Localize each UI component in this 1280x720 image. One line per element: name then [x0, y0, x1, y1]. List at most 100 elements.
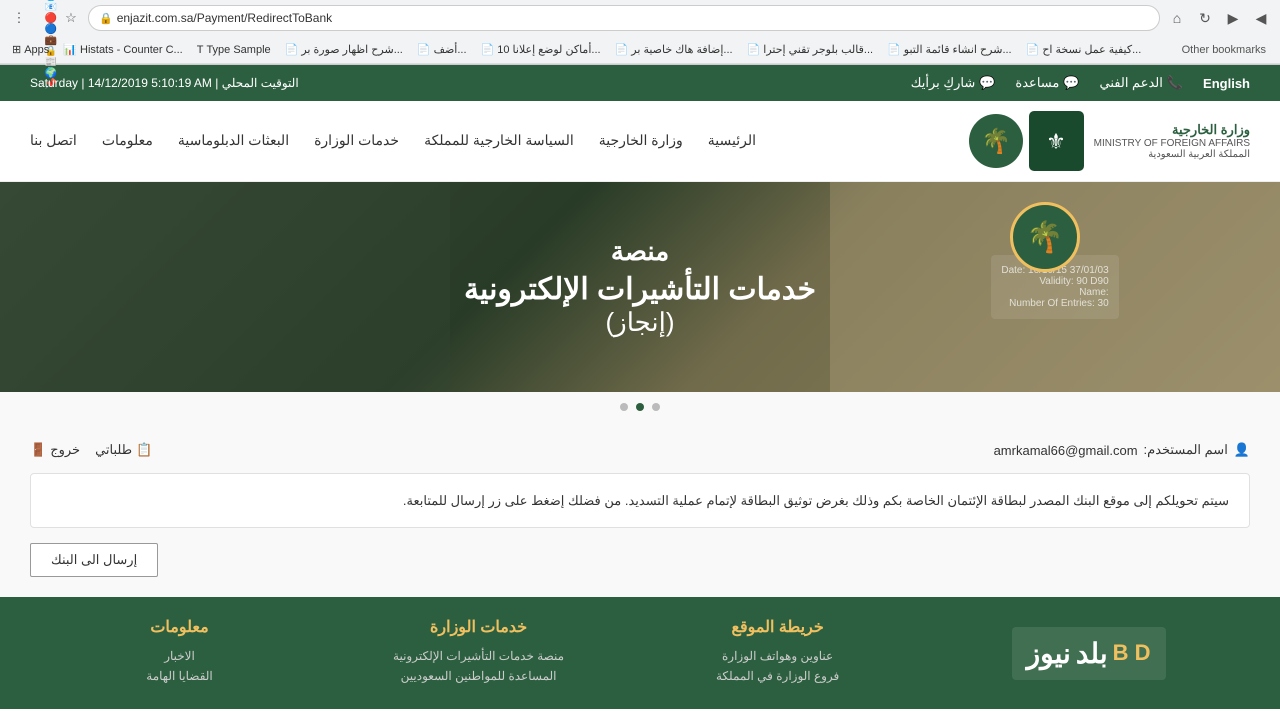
share-label: شاركِ برأيك: [911, 75, 975, 91]
send-btn-container: إرسال الى البنك: [30, 543, 1250, 577]
bookmark-5[interactable]: 📄 10 أماكن لوضع إعلانا...: [477, 41, 605, 58]
site-header: English 📞 الدعم الفني 💬 مساعدة 💬 شاركِ ب…: [0, 65, 1280, 101]
footer-item-branches[interactable]: فروع الوزارة في المملكة: [643, 669, 912, 683]
bm3-label: شرح اظهار صورة بر...: [301, 43, 403, 56]
dot-nav: [0, 392, 1280, 422]
footer-col-services: خدمات الوزارة منصة خدمات التأشيرات الإلك…: [329, 617, 628, 689]
forward-button[interactable]: ▶: [1222, 7, 1244, 29]
bookmark-4[interactable]: 📄 أضف...: [413, 41, 471, 58]
header-top: English 📞 الدعم الفني 💬 مساعدة 💬 شاركِ ب…: [0, 65, 1280, 101]
help-label: مساعدة: [1015, 75, 1059, 91]
bookmark-9[interactable]: 📄 كيفية عمل نسخة اح...: [1022, 41, 1146, 58]
requests-icon: 📋: [136, 442, 152, 458]
my-requests-link[interactable]: 📋 طلباتي: [95, 442, 152, 458]
menu-icon[interactable]: ⋮: [8, 7, 30, 29]
star-icon[interactable]: ☆: [60, 7, 82, 29]
nav-item-ministry[interactable]: وزارة الخارجية: [599, 132, 683, 150]
hero-title-main: خدمات التأشيرات الإلكترونية: [464, 272, 816, 307]
user-icon: 👤: [1234, 442, 1250, 458]
logout-icon: 🚪: [30, 442, 46, 458]
bm8-label: شرح انشاء قائمة التبو...: [904, 43, 1012, 56]
bm9-label: كيفية عمل نسخة اح...: [1042, 43, 1141, 56]
footer-logo-col: B D بلد نيوز: [927, 617, 1250, 689]
footer-col-info-title: معلومات: [45, 617, 314, 637]
logo-ar-text: وزارة الخارجية: [1094, 122, 1250, 138]
browser-toolbar: ◀ ▶ ↻ ⌂ 🔒 enjazit.com.sa/Payment/Redirec…: [0, 0, 1280, 36]
time-separator: |: [212, 76, 218, 90]
nav-logo: وزارة الخارجية MINISTRY OF FOREIGN AFFAI…: [969, 111, 1250, 171]
bm9-icon: 📄: [1026, 43, 1040, 56]
help-link[interactable]: 💬 مساعدة: [1015, 75, 1079, 91]
hero-content: منصة خدمات التأشيرات الإلكترونية (إنجاز): [464, 236, 816, 338]
lock-icon: 🔒: [99, 12, 113, 25]
footer-col-site-map: خريطة الموقع عناوين وهواتف الوزارة فروع …: [628, 617, 927, 689]
user-bar: 👤 اسم المستخدم: amrkamal66@gmail.com 📋 ط…: [30, 442, 1250, 458]
bookmark-7[interactable]: 📄 قالب بلوجر تقني إحترا...: [743, 41, 877, 58]
user-info: 👤 اسم المستخدم: amrkamal66@gmail.com: [994, 442, 1250, 458]
bookmark-type-sample[interactable]: T Type Sample: [193, 42, 275, 58]
logout-label: خروج: [50, 442, 80, 458]
footer-item-addresses[interactable]: عناوين وهواتف الوزارة: [643, 649, 912, 663]
extension-icons: 🔑 📊 ✉ 🔧 ★ 🔗 🌐 📧 🔴 🔵 💼 🔒 📰 🌍 📌 »: [34, 7, 56, 29]
user-email: amrkamal66@gmail.com: [994, 443, 1138, 458]
footer-item-news[interactable]: الاخبار: [45, 649, 314, 663]
bm5-icon: 📄: [481, 43, 495, 56]
address-bar[interactable]: 🔒 enjazit.com.sa/Payment/RedirectToBank: [88, 5, 1160, 31]
footer-item-citizen-help[interactable]: المساعدة للمواطنين السعوديين: [344, 669, 613, 683]
footer-col-site-map-title: خريطة الموقع: [643, 617, 912, 637]
footer-item-visa-platform[interactable]: منصة خدمات التأشيرات الإلكترونية: [344, 649, 613, 663]
bookmark-apps-label: Apps: [24, 44, 49, 56]
bm7-label: قالب بلوجر تقني إحترا...: [763, 43, 873, 56]
content-area: 👤 اسم المستخدم: amrkamal66@gmail.com 📋 ط…: [0, 422, 1280, 597]
bookmark-histats[interactable]: 📊 Histats - Counter C...: [59, 41, 186, 58]
send-to-bank-button[interactable]: إرسال الى البنك: [30, 543, 158, 577]
other-bookmarks[interactable]: Other bookmarks: [1176, 42, 1272, 58]
bookmark-8[interactable]: 📄 شرح انشاء قائمة التبو...: [883, 41, 1016, 58]
bookmark-apps[interactable]: ⊞ Apps: [8, 41, 53, 58]
browser-chrome: ◀ ▶ ↻ ⌂ 🔒 enjazit.com.sa/Payment/Redirec…: [0, 0, 1280, 65]
nav-item-services[interactable]: خدمات الوزارة: [314, 132, 399, 150]
bookmarks-bar: ⊞ Apps 📊 Histats - Counter C... T Type S…: [0, 36, 1280, 64]
saudi-emblem: 🌴: [969, 111, 1024, 171]
reload-button[interactable]: ↻: [1194, 7, 1216, 29]
nav-links: الرئيسية وزارة الخارجية السياسة الخارجية…: [30, 132, 756, 150]
ministry-emblem: ⚜: [1029, 111, 1084, 171]
hero-title-top: منصة: [464, 236, 816, 267]
logout-link[interactable]: خروج 🚪: [30, 442, 80, 458]
bm8-icon: 📄: [887, 43, 901, 56]
type-sample-icon: T: [197, 44, 204, 56]
footer-logo-bilad: بلد: [1076, 637, 1108, 670]
hero-title-paren: (إنجاز): [464, 307, 816, 338]
info-message: سيتم تحويلكم إلى موقع البنك المصدر لبطاق…: [30, 473, 1250, 528]
user-label: اسم المستخدم:: [1144, 442, 1228, 458]
footer-col-info: معلومات الاخبار القضايا الهامة: [30, 617, 329, 689]
footer-logo-news: نيوز: [1027, 637, 1071, 670]
bm6-icon: 📄: [615, 43, 629, 56]
requests-label: طلباتي: [95, 442, 132, 458]
share-link[interactable]: 💬 شاركِ برأيك: [911, 75, 996, 91]
back-button[interactable]: ◀: [1250, 7, 1272, 29]
svg-text:⚜: ⚜: [1046, 129, 1066, 154]
logo-sub-text: المملكة العربية السعودية: [1094, 149, 1250, 160]
nav-item-policy[interactable]: السياسة الخارجية للمملكة: [424, 132, 574, 150]
site-nav: وزارة الخارجية MINISTRY OF FOREIGN AFFAI…: [0, 101, 1280, 182]
bm4-label: أضف...: [434, 43, 467, 56]
nav-item-contact[interactable]: اتصل بنا: [30, 132, 77, 150]
histats-icon: 📊: [63, 43, 77, 56]
datetime-value: Saturday | 14/12/2019 5:10:19 AM: [30, 76, 212, 90]
nav-item-missions[interactable]: البعثات الدبلوماسية: [178, 132, 289, 150]
header-time: التوقيت المحلي | Saturday | 14/12/2019 5…: [30, 76, 299, 90]
bookmark-type-sample-label: Type Sample: [206, 44, 270, 56]
footer-logo-bd: B D: [1113, 640, 1151, 666]
nav-item-info[interactable]: معلومات: [102, 132, 153, 150]
nav-item-home[interactable]: الرئيسية: [708, 132, 756, 150]
support-label: الدعم الفني: [1100, 75, 1163, 91]
home-button[interactable]: ⌂: [1166, 7, 1188, 29]
bookmark-6[interactable]: 📄 إضافة هاك خاصية بر...: [611, 41, 737, 58]
footer-item-important-issues[interactable]: القضايا الهامة: [45, 669, 314, 683]
bm6-label: إضافة هاك خاصية بر...: [631, 43, 732, 56]
language-link[interactable]: English: [1203, 76, 1250, 91]
support-link[interactable]: 📞 الدعم الفني: [1100, 75, 1184, 91]
bookmark-3[interactable]: 📄 شرح اظهار صورة بر...: [281, 41, 407, 58]
footer-logo: B D بلد نيوز: [1012, 627, 1166, 680]
